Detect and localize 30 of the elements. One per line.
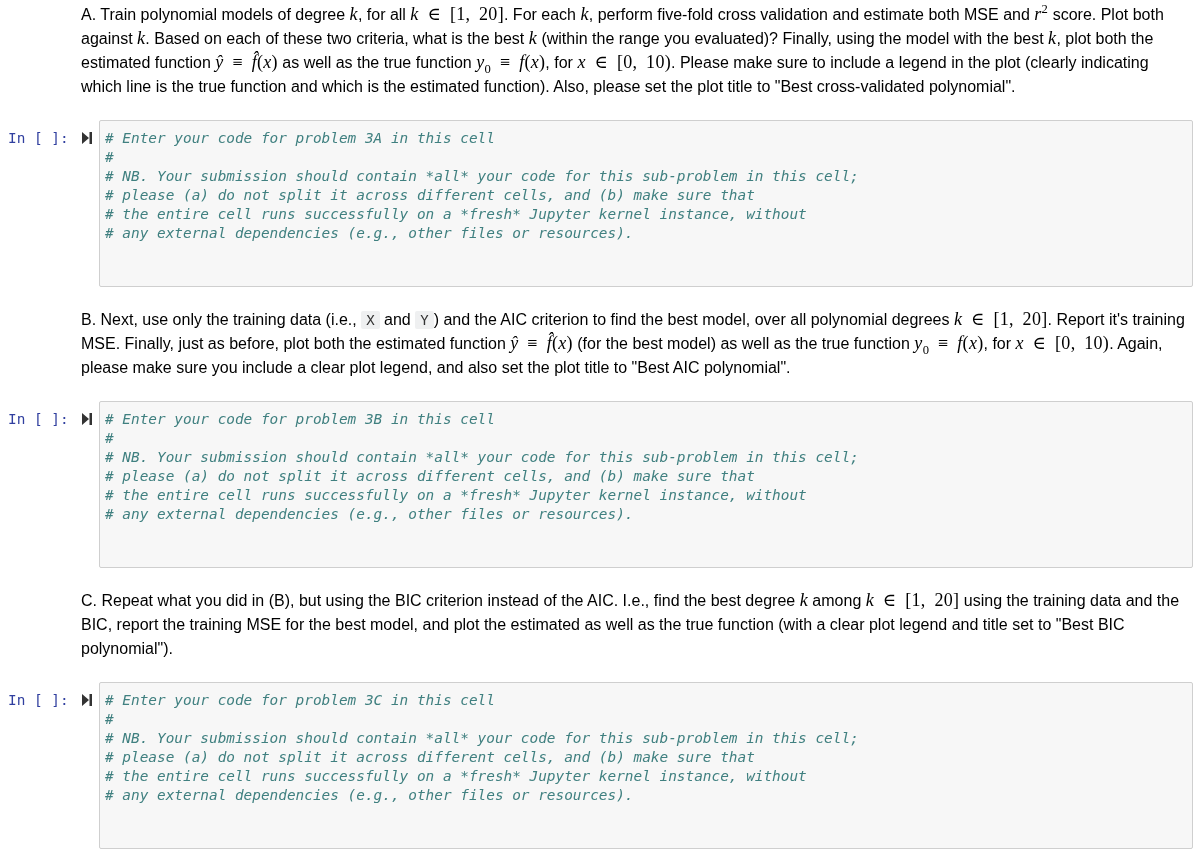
code-comment: # [105,710,114,729]
code-comment: # any external dependencies (e.g., other files or resources). [105,505,634,524]
input-prompt: In [ ]: [7,129,70,148]
code-comment: # Enter your code for problem 3C in this cell [105,691,495,710]
run-icon[interactable] [82,413,92,425]
code-comment: # Enter your code for problem 3B in this cell [105,410,495,429]
code-comment: # any external dependencies (e.g., other files or resources). [105,786,634,805]
code-editor[interactable] [99,401,1193,568]
instruction-paragraph: C. Repeat what you did in (B), but using the BIC criterion instead of the AIC. I.e., find the best degree k among k ∈ [1, 20] using the training data and the BIC, report the training MSE for the best model, and plot the estimated as well as the true function (with a clear plot legend and title set to "Best BIC polynomial"). [81,589,1181,659]
code-comment: # the entire cell runs successfully on a *fresh* Jupyter kernel instance, without [105,486,807,505]
code-comment: # please (a) do not split it across different cells, and (b) make sure that [105,748,755,767]
code-comment: # the entire cell runs successfully on a *fresh* Jupyter kernel instance, without [105,767,807,786]
code-comment: # NB. Your submission should contain *all* your code for this sub-problem in this cell; [105,167,859,186]
code-comment: # NB. Your submission should contain *all* your code for this sub-problem in this cell; [105,729,859,748]
code-comment: # [105,148,114,167]
code-comment: # the entire cell runs successfully on a *fresh* Jupyter kernel instance, without [105,205,807,224]
code-editor[interactable] [99,120,1193,287]
instruction-paragraph: B. Next, use only the training data (i.e., X and Y ) and the AIC criterion to find the best model, over all polynomial degrees k ∈ [1, 20]. Report it's training MSE. Finally, just as before, plot both the estimated function ŷ ≡ f̂(x) (for the best model) as well as the true function y$_{0}$ ≡ f(x), for x ∈ [0, 10). Again, please make sure you include a clear plot legend, and also set the plot title to "Best AIC polynomial". [81,308,1186,378]
code-editor[interactable] [99,682,1193,849]
code-comment: # please (a) do not split it across different cells, and (b) make sure that [105,186,755,205]
run-icon[interactable] [82,694,92,706]
instruction-paragraph: A. Train polynomial models of degree k, for all k ∈ [1, 20]. For each k, perform five-fold cross validation and estimate both MSE and r$^{2}$ score. Plot both against k. Based on each of these two criteria, what is the best k (within the range you evaluated)? Finally, using the model with the best k, plot both the estimated function ŷ ≡ f̂(x) as well as the true function y$_{0}$ ≡ f(x), for x ∈ [0, 10). Please make sure to include a legend in the plot (clearly indicating which line is the true function and which is the estimated function). Also, please set the plot title to "Best cross-validated polynomial". [81,3,1165,97]
code-comment: # Enter your code for problem 3A in this cell [105,129,495,148]
run-icon[interactable] [82,132,92,144]
code-comment: # please (a) do not split it across different cells, and (b) make sure that [105,467,755,486]
input-prompt: In [ ]: [7,691,70,710]
code-comment: # any external dependencies (e.g., other files or resources). [105,224,634,243]
code-comment: # NB. Your submission should contain *all* your code for this sub-problem in this cell; [105,448,859,467]
code-comment: # [105,429,114,448]
input-prompt: In [ ]: [7,410,70,429]
